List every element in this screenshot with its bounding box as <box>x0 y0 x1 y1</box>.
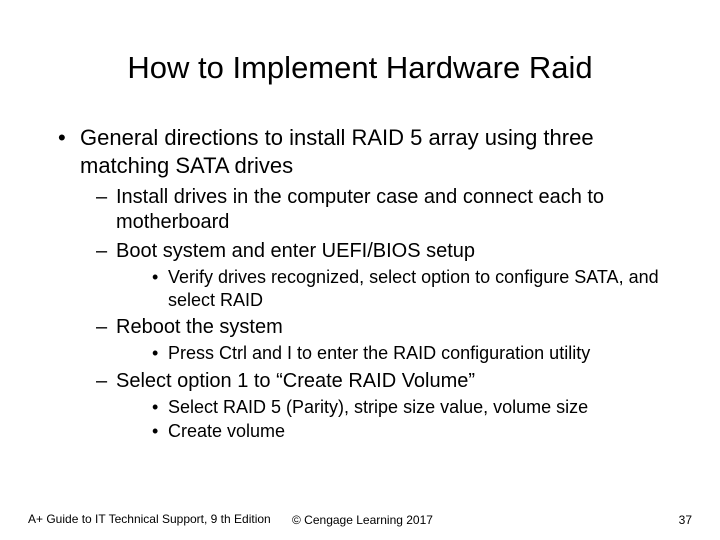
list-item: Press Ctrl and I to enter the RAID confi… <box>116 342 662 365</box>
bullet-list: General directions to install RAID 5 arr… <box>58 124 662 443</box>
list-item: Reboot the system Press Ctrl and I to en… <box>80 315 662 365</box>
list-item: Install drives in the computer case and … <box>80 185 662 235</box>
bullet-text: Boot system and enter UEFI/BIOS setup <box>116 240 475 262</box>
list-item: Create volume <box>116 420 662 443</box>
list-item: Verify drives recognized, select option … <box>116 266 662 311</box>
list-item: Boot system and enter UEFI/BIOS setup Ve… <box>80 239 662 311</box>
slide: How to Implement Hardware Raid General d… <box>0 0 720 540</box>
footer: A+ Guide to IT Technical Support, 9 th E… <box>0 512 720 528</box>
bullet-text: Install drives in the computer case and … <box>116 186 604 233</box>
sub-list: Install drives in the computer case and … <box>80 185 662 443</box>
bullet-text: Select RAID 5 (Parity), stripe size valu… <box>168 397 588 417</box>
slide-title: How to Implement Hardware Raid <box>58 50 662 86</box>
bullet-text: Create volume <box>168 421 285 441</box>
bullet-text: Press Ctrl and I to enter the RAID confi… <box>168 343 590 363</box>
bullet-text: Select option 1 to “Create RAID Volume” <box>116 370 475 392</box>
footer-copyright: © Cengage Learning 2017 <box>288 513 632 528</box>
footer-book-title: A+ Guide to IT Technical Support, 9 th E… <box>28 512 288 528</box>
bullet-text: Reboot the system <box>116 316 283 338</box>
sub-sub-list: Press Ctrl and I to enter the RAID confi… <box>116 342 662 365</box>
bullet-text: Verify drives recognized, select option … <box>168 267 659 310</box>
sub-sub-list: Select RAID 5 (Parity), stripe size valu… <box>116 396 662 443</box>
list-item: General directions to install RAID 5 arr… <box>58 124 662 443</box>
footer-page-number: 37 <box>632 513 692 528</box>
list-item: Select option 1 to “Create RAID Volume” … <box>80 369 662 443</box>
sub-sub-list: Verify drives recognized, select option … <box>116 266 662 311</box>
list-item: Select RAID 5 (Parity), stripe size valu… <box>116 396 662 419</box>
bullet-text: General directions to install RAID 5 arr… <box>80 125 594 178</box>
